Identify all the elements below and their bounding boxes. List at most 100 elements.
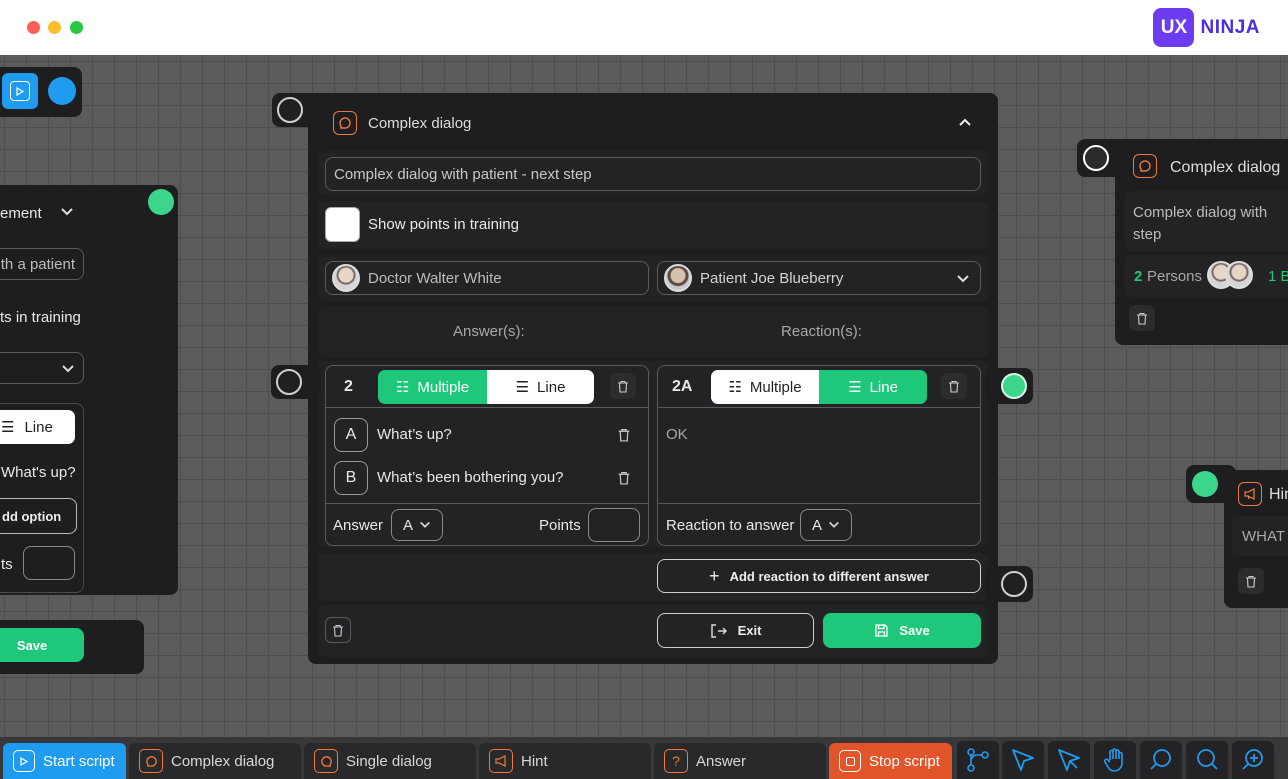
option-b-trash-icon[interactable] bbox=[617, 471, 631, 485]
hint-node[interactable]: Hin WHAT bbox=[1224, 470, 1288, 608]
answer-block-header: 2 ☷ Multiple ☰ Line bbox=[326, 366, 648, 408]
collapse-chevron-icon[interactable] bbox=[958, 115, 972, 134]
lines-icon: ☰ bbox=[1, 419, 15, 436]
add-reaction-row: + Add reaction to different answer bbox=[318, 553, 988, 601]
zoom-in-tool[interactable] bbox=[1232, 741, 1274, 779]
hand-icon bbox=[1103, 748, 1123, 772]
answer-tab[interactable]: ? Answer bbox=[654, 743, 826, 779]
left-node-dropdown-text: ement bbox=[0, 205, 42, 222]
close-window-dot[interactable] bbox=[27, 21, 40, 34]
answer-block-trash-button[interactable] bbox=[610, 373, 636, 399]
person-left-select[interactable]: Doctor Walter White bbox=[325, 261, 649, 295]
search-alt-tool[interactable] bbox=[1186, 741, 1228, 779]
answer-mode-multiple[interactable]: ☷ Multiple bbox=[378, 370, 487, 404]
start-node-play[interactable] bbox=[2, 73, 38, 109]
hint-label: Hint bbox=[521, 752, 548, 770]
play-icon bbox=[13, 750, 35, 772]
lines-icon: ☰ bbox=[848, 379, 862, 396]
exit-button[interactable]: Exit bbox=[657, 613, 814, 648]
lines-icon: ☰ bbox=[515, 379, 530, 396]
search-icon bbox=[1150, 749, 1171, 770]
hint-node-input-port[interactable] bbox=[1192, 471, 1218, 497]
right-complex-dialog-node[interactable]: Complex dialog Complex dialog with step … bbox=[1115, 139, 1288, 345]
search-alt-icon bbox=[1197, 749, 1218, 770]
pan-tool[interactable] bbox=[1094, 741, 1136, 779]
single-dialog-tab[interactable]: Single dialog bbox=[304, 743, 476, 779]
start-script-tab[interactable]: Start script bbox=[3, 743, 126, 779]
search-tool[interactable] bbox=[1140, 741, 1182, 779]
list-icon: ☷ bbox=[728, 379, 742, 396]
reaction-mode-line[interactable]: ☰ Line bbox=[819, 370, 927, 404]
left-node-line-mode[interactable]: ☰ Line bbox=[0, 410, 75, 444]
left-node-name-input[interactable]: th a patient bbox=[0, 248, 84, 280]
right-node-text-row: Complex dialog with step bbox=[1125, 191, 1288, 251]
list-icon: ☷ bbox=[395, 379, 410, 396]
option-b-text[interactable]: What’s been bothering you? bbox=[377, 469, 564, 486]
show-points-checkbox[interactable] bbox=[325, 207, 360, 242]
chevron-down-icon bbox=[62, 365, 74, 373]
reaction-text[interactable]: OK bbox=[666, 426, 688, 443]
person-right-select[interactable]: Patient Joe Blueberry bbox=[657, 261, 981, 295]
left-node-line-label: Line bbox=[24, 418, 53, 436]
stop-script-tab[interactable]: Stop script bbox=[829, 743, 952, 779]
name-row: Complex dialog with patient - next step bbox=[318, 151, 988, 195]
cursor-outline-icon bbox=[1058, 749, 1080, 771]
add-reaction-port-holder bbox=[985, 566, 1033, 602]
script-canvas[interactable]: ement th a patient ts in training ☰ Line … bbox=[0, 55, 1288, 737]
pointer-tool[interactable] bbox=[1048, 741, 1090, 779]
right-node-input-port[interactable] bbox=[1083, 145, 1109, 171]
add-reaction-port[interactable] bbox=[1001, 571, 1027, 597]
reaction-block: 2A ☷ Multiple ☰ Line OK Reaction to answer… bbox=[657, 365, 981, 546]
reactions-header: Reaction(s): bbox=[781, 323, 862, 340]
persons-row: Doctor Walter White Patient Joe Blueberr… bbox=[318, 255, 988, 301]
node-header: Complex dialog bbox=[318, 99, 988, 147]
left-node-select[interactable] bbox=[0, 352, 84, 384]
save-button[interactable]: Save bbox=[823, 613, 981, 648]
reaction-answer-select[interactable]: A bbox=[800, 509, 852, 541]
select-tool[interactable] bbox=[1002, 741, 1044, 779]
start-node-port[interactable] bbox=[48, 77, 76, 105]
points-input[interactable] bbox=[588, 508, 640, 542]
main-node-input-port[interactable] bbox=[277, 97, 303, 123]
answer-input-port[interactable] bbox=[276, 369, 302, 395]
answer-select-value: A bbox=[402, 516, 413, 534]
hint-node-text-row: WHAT bbox=[1232, 516, 1288, 556]
complex-dialog-tab[interactable]: Complex dialog bbox=[129, 743, 301, 779]
node-delete-button[interactable] bbox=[325, 617, 351, 643]
start-node[interactable] bbox=[0, 67, 82, 117]
left-node-points-input[interactable] bbox=[23, 546, 75, 580]
maximize-window-dot[interactable] bbox=[70, 21, 83, 34]
reaction-output-port[interactable] bbox=[1001, 373, 1027, 399]
reaction-block-footer: Reaction to answer A bbox=[658, 503, 980, 545]
answer-mode-line[interactable]: ☰ Line bbox=[487, 370, 594, 404]
dialog-name-input[interactable]: Complex dialog with patient - next step bbox=[325, 157, 981, 191]
exit-label: Exit bbox=[737, 623, 762, 638]
left-node-add-option[interactable]: dd option bbox=[0, 498, 77, 534]
complex-dialog-label: Complex dialog bbox=[171, 752, 275, 770]
chevron-down-icon bbox=[829, 521, 839, 528]
chevron-down-icon[interactable] bbox=[60, 205, 74, 224]
left-dialog-node[interactable]: ement th a patient ts in training ☰ Line … bbox=[0, 185, 178, 595]
hint-tab[interactable]: Hint bbox=[479, 743, 651, 779]
option-a-trash-icon[interactable] bbox=[617, 428, 631, 442]
reaction-block-trash-button[interactable] bbox=[941, 373, 967, 399]
right-node-text: Complex dialog with step bbox=[1133, 204, 1268, 243]
answer-select[interactable]: A bbox=[391, 509, 443, 541]
answer-mode-toggle[interactable]: ☷ Multiple ☰ Line bbox=[378, 370, 594, 404]
branch-icon bbox=[967, 748, 989, 772]
reaction-port-holder bbox=[985, 368, 1033, 404]
minimize-window-dot[interactable] bbox=[48, 21, 61, 34]
persons-count: 2 bbox=[1134, 268, 1143, 285]
left-node-save-button[interactable]: Save bbox=[0, 628, 84, 662]
branch-tool[interactable] bbox=[957, 741, 999, 779]
complex-dialog-node[interactable]: Complex dialog Complex dialog with patie… bbox=[308, 93, 998, 664]
hint-node-trash-button[interactable] bbox=[1238, 568, 1264, 594]
reaction-mode-toggle[interactable]: ☷ Multiple ☰ Line bbox=[711, 370, 927, 404]
left-node-port[interactable] bbox=[148, 189, 174, 215]
reaction-mode-multiple-label: Multiple bbox=[749, 378, 802, 396]
add-reaction-button[interactable]: + Add reaction to different answer bbox=[657, 559, 981, 593]
right-node-trash-button[interactable] bbox=[1129, 305, 1155, 331]
reaction-mode-multiple[interactable]: ☷ Multiple bbox=[711, 370, 819, 404]
left-node-option: What's up? bbox=[1, 464, 76, 481]
option-a-text[interactable]: What’s up? bbox=[377, 426, 452, 443]
